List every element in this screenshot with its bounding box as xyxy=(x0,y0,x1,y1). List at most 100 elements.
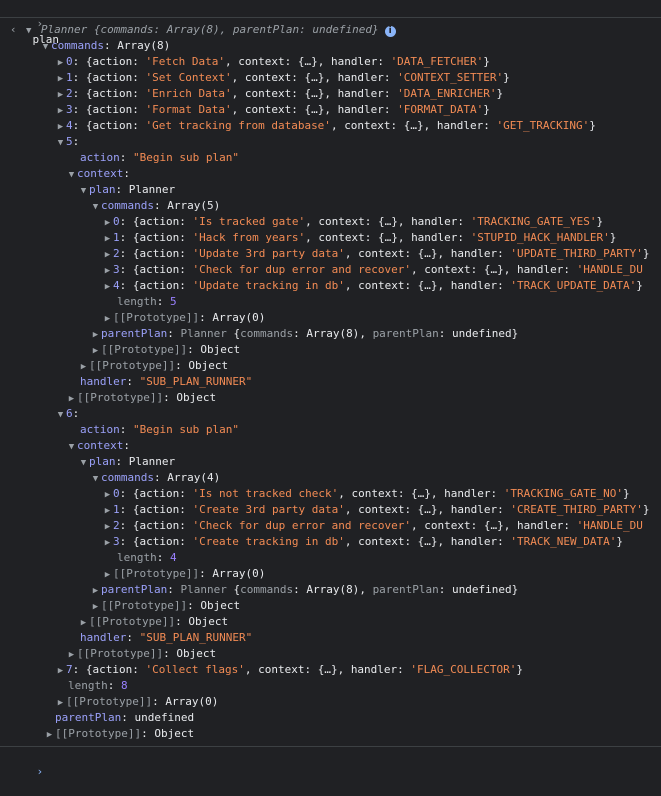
console-prompt-line[interactable]: › xyxy=(0,748,661,778)
subcommand-entry-2[interactable]: ▶ 2: {action: 'Update 3rd party data', co… xyxy=(0,246,661,262)
subplan-plan[interactable]: ▼ plan: Planner xyxy=(0,454,661,470)
command-entry-5[interactable]: ▼ 5: xyxy=(0,134,661,150)
entry-index: 0 xyxy=(113,215,120,228)
expand-triangle-closed-icon[interactable]: ▶ xyxy=(90,327,101,343)
subcommand-entry-1[interactable]: ▶ 1: {action: 'Create 3rd party data', co… xyxy=(0,502,661,518)
entry-index: 1 xyxy=(66,71,73,84)
expand-triangle-open-icon[interactable]: ▼ xyxy=(90,199,101,215)
subplan-parentplan[interactable]: ▶ parentPlan: Planner {commands: Array(8)… xyxy=(0,582,661,598)
subcommand-entry-4[interactable]: ▶ 4: {action: 'Update tracking in db', co… xyxy=(0,278,661,294)
subplan-context[interactable]: ▼ context: xyxy=(0,438,661,454)
entry-index: 2 xyxy=(66,87,73,100)
plan-prototype[interactable]: ▶ [[Prototype]]: Object xyxy=(0,342,661,358)
expand-triangle-open-icon[interactable]: ▼ xyxy=(78,183,89,199)
console-input-line[interactable]: › plan xyxy=(0,0,661,46)
expand-triangle-open-icon[interactable]: ▼ xyxy=(55,135,66,151)
expand-triangle-closed-icon[interactable]: ▶ xyxy=(55,663,66,679)
subcommand-entry-0[interactable]: ▶ 0: {action: 'Is not tracked check', con… xyxy=(0,486,661,502)
prop-name: handler xyxy=(350,663,398,676)
expand-triangle-closed-icon[interactable]: ▶ xyxy=(102,279,113,295)
root-prototype[interactable]: ▶ [[Prototype]]: Object xyxy=(0,726,661,742)
subcommand-entry-3[interactable]: ▶ 3: {action: 'Check for dup error and re… xyxy=(0,262,661,278)
context-prototype[interactable]: ▶ [[Prototype]]: Object xyxy=(0,358,661,374)
command-entry-4[interactable]: ▶ 4: {action: 'Get tracking from database… xyxy=(0,118,661,134)
subcommand-entry-2[interactable]: ▶ 2: {action: 'Check for dup error and re… xyxy=(0,518,661,534)
prop-name: context xyxy=(424,263,471,276)
subplan-plan[interactable]: ▼ plan: Planner xyxy=(0,182,661,198)
expand-triangle-closed-icon[interactable]: ▶ xyxy=(55,87,66,103)
entry-prototype[interactable]: ▶ [[Prototype]]: Object xyxy=(0,390,661,406)
expand-triangle-closed-icon[interactable]: ▶ xyxy=(102,567,113,583)
prop-name: [[Prototype]] xyxy=(113,567,200,580)
subcommand-entry-1[interactable]: ▶ 1: {action: 'Hack from years', context:… xyxy=(0,230,661,246)
array-prototype[interactable]: ▶ [[Prototype]]: Array(0) xyxy=(0,310,661,326)
entry-index: 3 xyxy=(66,103,73,116)
expand-triangle-closed-icon[interactable]: ▶ xyxy=(55,103,66,119)
expand-triangle-closed-icon[interactable]: ▶ xyxy=(102,311,113,327)
subplan-parentplan[interactable]: ▶ parentPlan: Planner {commands: Array(8)… xyxy=(0,326,661,342)
expand-triangle-closed-icon[interactable]: ▶ xyxy=(55,695,66,711)
context-prototype[interactable]: ▶ [[Prototype]]: Object xyxy=(0,614,661,630)
expand-triangle-closed-icon[interactable]: ▶ xyxy=(102,519,113,535)
expand-triangle-closed-icon[interactable]: ▶ xyxy=(102,263,113,279)
command-entry-1[interactable]: ▶ 1: {action: 'Set Context', context: {…}… xyxy=(0,70,661,86)
subcommand-entry-3[interactable]: ▶ 3: {action: 'Create tracking in db', co… xyxy=(0,534,661,550)
entry-index: 4 xyxy=(113,279,120,292)
expand-triangle-closed-icon[interactable]: ▶ xyxy=(102,247,113,263)
expand-triangle-closed-icon[interactable]: ▶ xyxy=(66,391,77,407)
command-entry-7[interactable]: ▶ 7: {action: 'Collect flags', context: {… xyxy=(0,662,661,678)
prop-name: context xyxy=(244,71,292,84)
proto-value: Object xyxy=(188,359,229,372)
length-value: 5 xyxy=(170,295,177,308)
prop-name: parentPlan xyxy=(101,327,168,340)
plan-prototype[interactable]: ▶ [[Prototype]]: Object xyxy=(0,598,661,614)
command-entry-3[interactable]: ▶ 3: {action: 'Format Data', context: {…}… xyxy=(0,102,661,118)
expand-triangle-closed-icon[interactable]: ▶ xyxy=(78,359,89,375)
commands-node[interactable]: ▼ commands: Array(8) xyxy=(0,38,661,54)
subplan-commands[interactable]: ▼ commands: Array(4) xyxy=(0,470,661,486)
command-entry-6[interactable]: ▼ 6: xyxy=(0,406,661,422)
expand-triangle-open-icon[interactable]: ▼ xyxy=(55,407,66,423)
expand-triangle-closed-icon[interactable]: ▶ xyxy=(44,727,55,743)
proto-value: Object xyxy=(200,343,241,356)
prop-name: context xyxy=(244,87,292,100)
expand-triangle-open-icon[interactable]: ▼ xyxy=(23,23,34,39)
expand-triangle-closed-icon[interactable]: ▶ xyxy=(102,535,113,551)
expand-triangle-open-icon[interactable]: ▼ xyxy=(90,471,101,487)
expand-triangle-closed-icon[interactable]: ▶ xyxy=(90,343,101,359)
subplan-commands[interactable]: ▼ commands: Array(5) xyxy=(0,198,661,214)
command-entry-0[interactable]: ▶ 0: {action: 'Fetch Data', context: {…},… xyxy=(0,54,661,70)
proto-value: Array(0) xyxy=(212,311,266,324)
expand-triangle-open-icon[interactable]: ▼ xyxy=(40,39,51,55)
expand-triangle-closed-icon[interactable]: ▶ xyxy=(102,503,113,519)
info-icon[interactable]: i xyxy=(384,26,396,37)
subplan-context[interactable]: ▼ context: xyxy=(0,166,661,182)
array-prototype[interactable]: ▶ [[Prototype]]: Array(0) xyxy=(0,566,661,582)
expand-triangle-closed-icon[interactable]: ▶ xyxy=(102,487,113,503)
planner-summary: Planner {commands: Array(8), parentPlan:… xyxy=(40,23,379,36)
commands-prototype[interactable]: ▶ [[Prototype]]: Array(0) xyxy=(0,694,661,710)
prop-name: handler xyxy=(337,71,384,84)
subcommand-entry-0[interactable]: ▶ 0: {action: 'Is tracked gate', context:… xyxy=(0,214,661,230)
handler-value: "SUB_PLAN_RUNNER" xyxy=(139,375,253,388)
expand-triangle-closed-icon[interactable]: ▶ xyxy=(90,599,101,615)
entry-index: 7 xyxy=(66,663,73,676)
expand-triangle-closed-icon[interactable]: ▶ xyxy=(90,583,101,599)
command-entry-2[interactable]: ▶ 2: {action: 'Enrich Data', context: {…}… xyxy=(0,86,661,102)
expand-triangle-closed-icon[interactable]: ▶ xyxy=(55,55,66,71)
expand-triangle-open-icon[interactable]: ▼ xyxy=(66,439,77,455)
expand-triangle-closed-icon[interactable]: ▶ xyxy=(66,647,77,663)
expand-triangle-closed-icon[interactable]: ▶ xyxy=(102,215,113,231)
prop-name: handler xyxy=(450,535,498,548)
expand-triangle-open-icon[interactable]: ▼ xyxy=(78,455,89,471)
expand-triangle-closed-icon[interactable]: ▶ xyxy=(102,231,113,247)
expand-triangle-closed-icon[interactable]: ▶ xyxy=(78,615,89,631)
handler-value: 'DATA_FETCHER' xyxy=(390,55,484,68)
prop-name: action xyxy=(80,151,120,164)
expand-triangle-closed-icon[interactable]: ▶ xyxy=(55,119,66,135)
expand-triangle-closed-icon[interactable]: ▶ xyxy=(55,71,66,87)
prop-name: context xyxy=(351,487,398,500)
entry-prototype[interactable]: ▶ [[Prototype]]: Object xyxy=(0,646,661,662)
expand-triangle-open-icon[interactable]: ▼ xyxy=(66,167,77,183)
prop-name: handler xyxy=(337,87,384,100)
